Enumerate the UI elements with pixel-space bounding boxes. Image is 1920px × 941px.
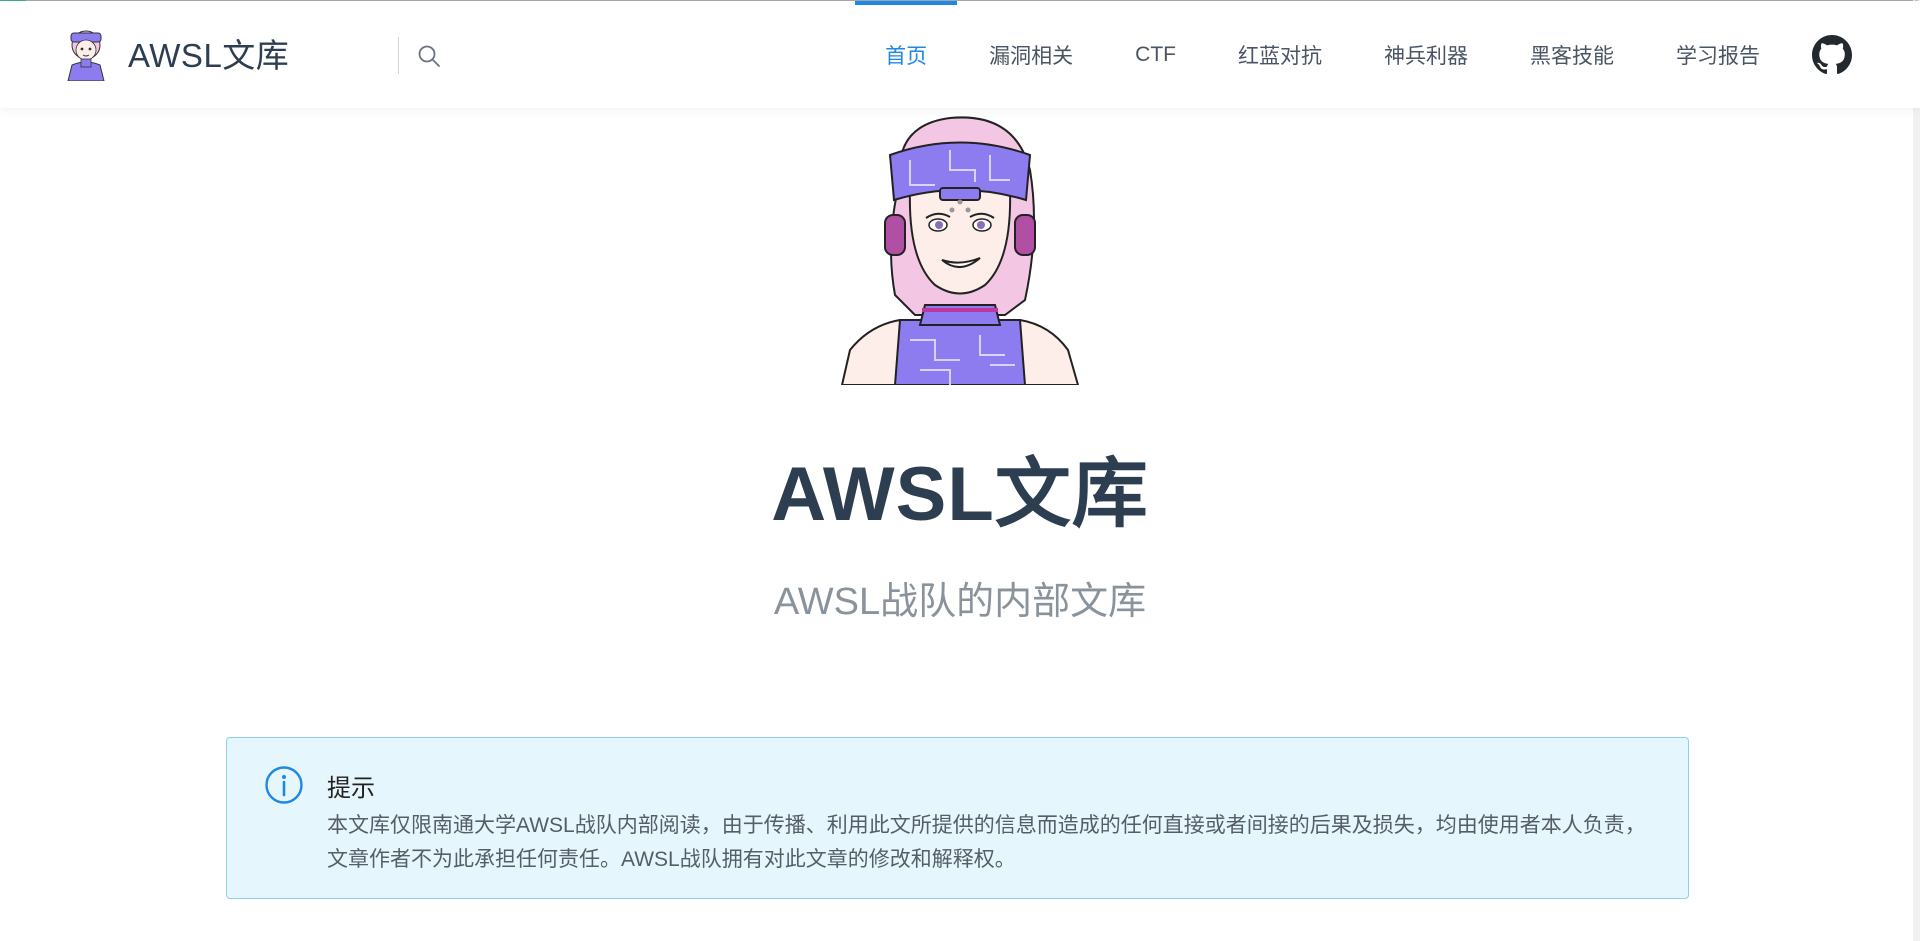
site-brand-link[interactable]: AWSL文库 xyxy=(62,25,289,81)
hero-avatar-image xyxy=(840,116,1080,385)
info-icon xyxy=(265,766,303,804)
nav-item-hacker-skills[interactable]: 黑客技能 xyxy=(1530,1,1614,108)
tip-content: 本文库仅限南通大学AWSL战队内部阅读，由于传播、利用此文所提供的信息而造成的任… xyxy=(327,814,1646,871)
github-link[interactable] xyxy=(1812,34,1852,75)
nav-item-study-reports[interactable]: 学习报告 xyxy=(1676,1,1760,108)
main-nav: 首页 漏洞相关 CTF 红蓝对抗 神兵利器 黑客技能 学习报告 xyxy=(823,1,1852,108)
nav-item-ctf[interactable]: CTF xyxy=(1135,1,1176,108)
nav-item-tools[interactable]: 神兵利器 xyxy=(1384,1,1468,108)
tip-container: 提示 本文库仅限南通大学AWSL战队内部阅读，由于传播、利用此文所提供的信息而造… xyxy=(226,737,1689,899)
site-title: AWSL文库 xyxy=(128,37,290,74)
tip-title: 提示 xyxy=(327,775,375,802)
search-button[interactable] xyxy=(398,37,454,74)
navbar: AWSL文库 首页 漏洞相关 CTF 红蓝对抗 神兵利器 黑客技能 学习报告 xyxy=(0,1,1920,108)
nav-item-vulnerabilities[interactable]: 漏洞相关 xyxy=(989,1,1073,108)
nav-item-red-blue[interactable]: 红蓝对抗 xyxy=(1238,1,1322,108)
github-icon xyxy=(1812,34,1852,74)
hero-title: AWSL文库 xyxy=(771,452,1149,537)
site-logo xyxy=(67,30,105,81)
hero-description: AWSL战队的内部文库 xyxy=(773,581,1147,623)
search-icon xyxy=(418,45,440,67)
nav-item-home[interactable]: 首页 xyxy=(855,1,958,108)
